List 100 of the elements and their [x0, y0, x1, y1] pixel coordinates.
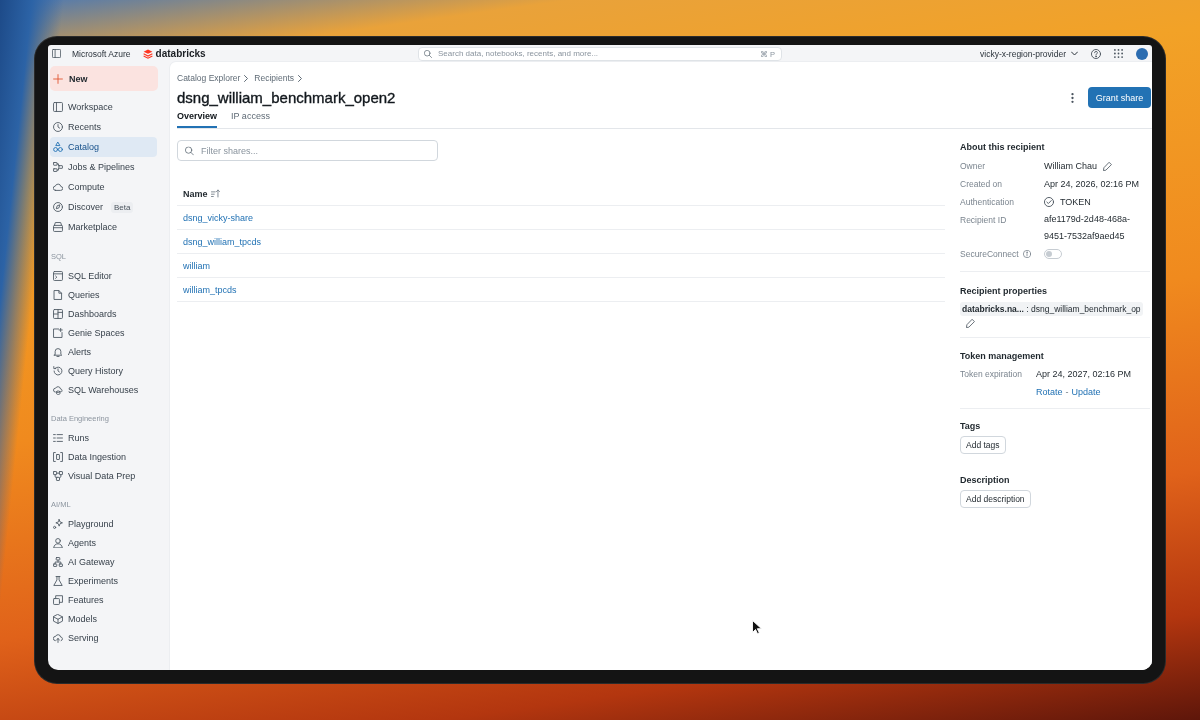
flask-icon: [53, 575, 63, 586]
sidebar-item[interactable]: Alerts: [50, 342, 157, 361]
network-icon: [53, 556, 63, 567]
document-icon: [53, 289, 63, 300]
sidebar-item[interactable]: Queries: [50, 285, 157, 304]
new-button[interactable]: New: [50, 66, 158, 91]
sparkle-icon: [53, 518, 63, 529]
sidebar-item[interactable]: Serving: [50, 628, 157, 647]
sidebar-item[interactable]: Workspace: [50, 97, 157, 117]
apps-grid-icon[interactable]: [1114, 49, 1123, 58]
status-badge: Beta: [111, 201, 134, 213]
logo-icon: [142, 48, 153, 59]
panel-icon[interactable]: [52, 49, 61, 58]
mouse-pointer-icon: [752, 620, 762, 635]
property-tag: databricks.na... : dsng_william_benchmark_op: [960, 302, 1143, 316]
info-icon[interactable]: [1022, 250, 1031, 258]
action-link[interactable]: Rotate: [1036, 386, 1063, 397]
field-value: afe1179d-2d48-468a-9451-7532af9aed45: [1044, 213, 1131, 243]
sparkle-square-icon: [53, 327, 63, 338]
sidebar-item[interactable]: Agents: [50, 533, 157, 552]
workflow-icon: [53, 162, 63, 172]
filter-field[interactable]: Filter shares...: [177, 140, 438, 161]
toggle-switch[interactable]: [1044, 249, 1062, 259]
section-title: Description: [960, 474, 1011, 487]
search-icon: [424, 49, 432, 58]
bell-icon: [53, 346, 63, 357]
sidebar-item[interactable]: Jobs & Pipelines: [50, 157, 157, 177]
sidebar-item[interactable]: Playground: [50, 514, 157, 533]
breadcrumb-link[interactable]: Recipients: [254, 73, 294, 83]
sort-icon: [210, 189, 220, 198]
share-link[interactable]: dsng_william_tpcds: [183, 236, 262, 247]
sidebar-item[interactable]: Catalog: [50, 137, 157, 157]
sidebar-item[interactable]: SQL Editor: [50, 266, 157, 285]
sidebar-item[interactable]: Data Ingestion: [50, 447, 157, 466]
check-circle-icon: [1044, 197, 1054, 207]
tab[interactable]: Overview: [177, 108, 218, 128]
sidebar-item[interactable]: Discover Beta: [50, 197, 157, 217]
layers-icon: [53, 594, 63, 605]
share-link[interactable]: dsng_vicky-share: [183, 212, 254, 223]
field-value: William Chau: [1044, 159, 1097, 173]
person-icon: [53, 537, 63, 548]
plus-icon: [53, 73, 63, 84]
grant-share-button[interactable]: Grant share: [1088, 87, 1151, 108]
list-icon: [53, 432, 63, 443]
avatar-icon[interactable]: [1136, 47, 1148, 60]
shapes-icon: [53, 142, 63, 152]
action-link[interactable]: Update: [1071, 386, 1101, 397]
sidebar-item[interactable]: AI Gateway: [50, 552, 157, 571]
sidebar-item[interactable]: Marketplace: [50, 217, 157, 237]
field-label: SecureConnect: [960, 249, 1019, 259]
nodes-icon: [53, 470, 63, 481]
sidebar-item[interactable]: Recents: [50, 117, 157, 137]
chevron-icon: [298, 74, 302, 82]
add-description-button[interactable]: Add description: [960, 490, 1031, 508]
brackets-icon: [53, 451, 63, 462]
kebab-menu-icon[interactable]: [1071, 92, 1074, 103]
cube-icon: [53, 613, 63, 624]
field-label: Recipient ID: [960, 215, 1007, 225]
section-title: About this recipient: [960, 141, 1046, 154]
share-link[interactable]: william_tpcds: [183, 284, 237, 295]
chevron-icon: [244, 74, 249, 82]
field-value: Apr 24, 2026, 02:16 PM: [1044, 177, 1140, 191]
cloud-arrow-icon: [53, 632, 63, 643]
field-value: Apr 24, 2027, 02:16 PM: [1036, 367, 1132, 381]
section-title: Recipient properties: [960, 285, 1049, 298]
sidebar-item[interactable]: Experiments: [50, 571, 157, 590]
field-label: Owner: [960, 161, 986, 171]
edit-icon[interactable]: [1103, 161, 1112, 171]
breadcrumb-link[interactable]: Catalog Explorer: [177, 73, 241, 83]
link-separator: -: [1065, 386, 1069, 397]
compass-icon: [53, 202, 63, 212]
dashboard-icon: [53, 308, 63, 319]
section-title: Tags: [960, 420, 982, 433]
sidebar-item[interactable]: Dashboards: [50, 304, 157, 323]
history-icon: [53, 365, 63, 376]
logo-text: databricks: [155, 48, 206, 59]
cloud-icon: [53, 182, 63, 192]
terminal-icon: [53, 270, 63, 281]
field-label: Created on: [960, 179, 1003, 189]
page-title: dsng_william_benchmark_open2: [177, 88, 396, 108]
store-icon: [53, 222, 63, 232]
sidebar-item[interactable]: Models: [50, 609, 157, 628]
field-label: Token expiration: [960, 369, 1022, 379]
help-icon[interactable]: [1091, 48, 1101, 59]
search-icon: [185, 146, 194, 155]
share-link[interactable]: william: [183, 260, 210, 271]
sidebar-item[interactable]: Runs: [50, 428, 157, 447]
sidebar-item[interactable]: Visual Data Prep: [50, 466, 157, 485]
sidebar-item[interactable]: Query History: [50, 361, 157, 380]
tab[interactable]: IP access: [231, 108, 270, 128]
field-label: Authentication: [960, 197, 1014, 207]
edit-icon[interactable]: [966, 319, 975, 328]
sidebar-item[interactable]: Features: [50, 590, 157, 609]
workspace-selector[interactable]: vicky-x-region-provider: [980, 48, 1078, 59]
sidebar-item[interactable]: Genie Spaces: [50, 323, 157, 342]
column-header[interactable]: Name: [183, 188, 220, 199]
sidebar-item[interactable]: Compute: [50, 177, 157, 197]
add-tags-button[interactable]: Add tags: [960, 436, 1006, 454]
sidebar-item[interactable]: SQL Warehouses: [50, 380, 157, 399]
field-value: TOKEN: [1060, 195, 1091, 209]
